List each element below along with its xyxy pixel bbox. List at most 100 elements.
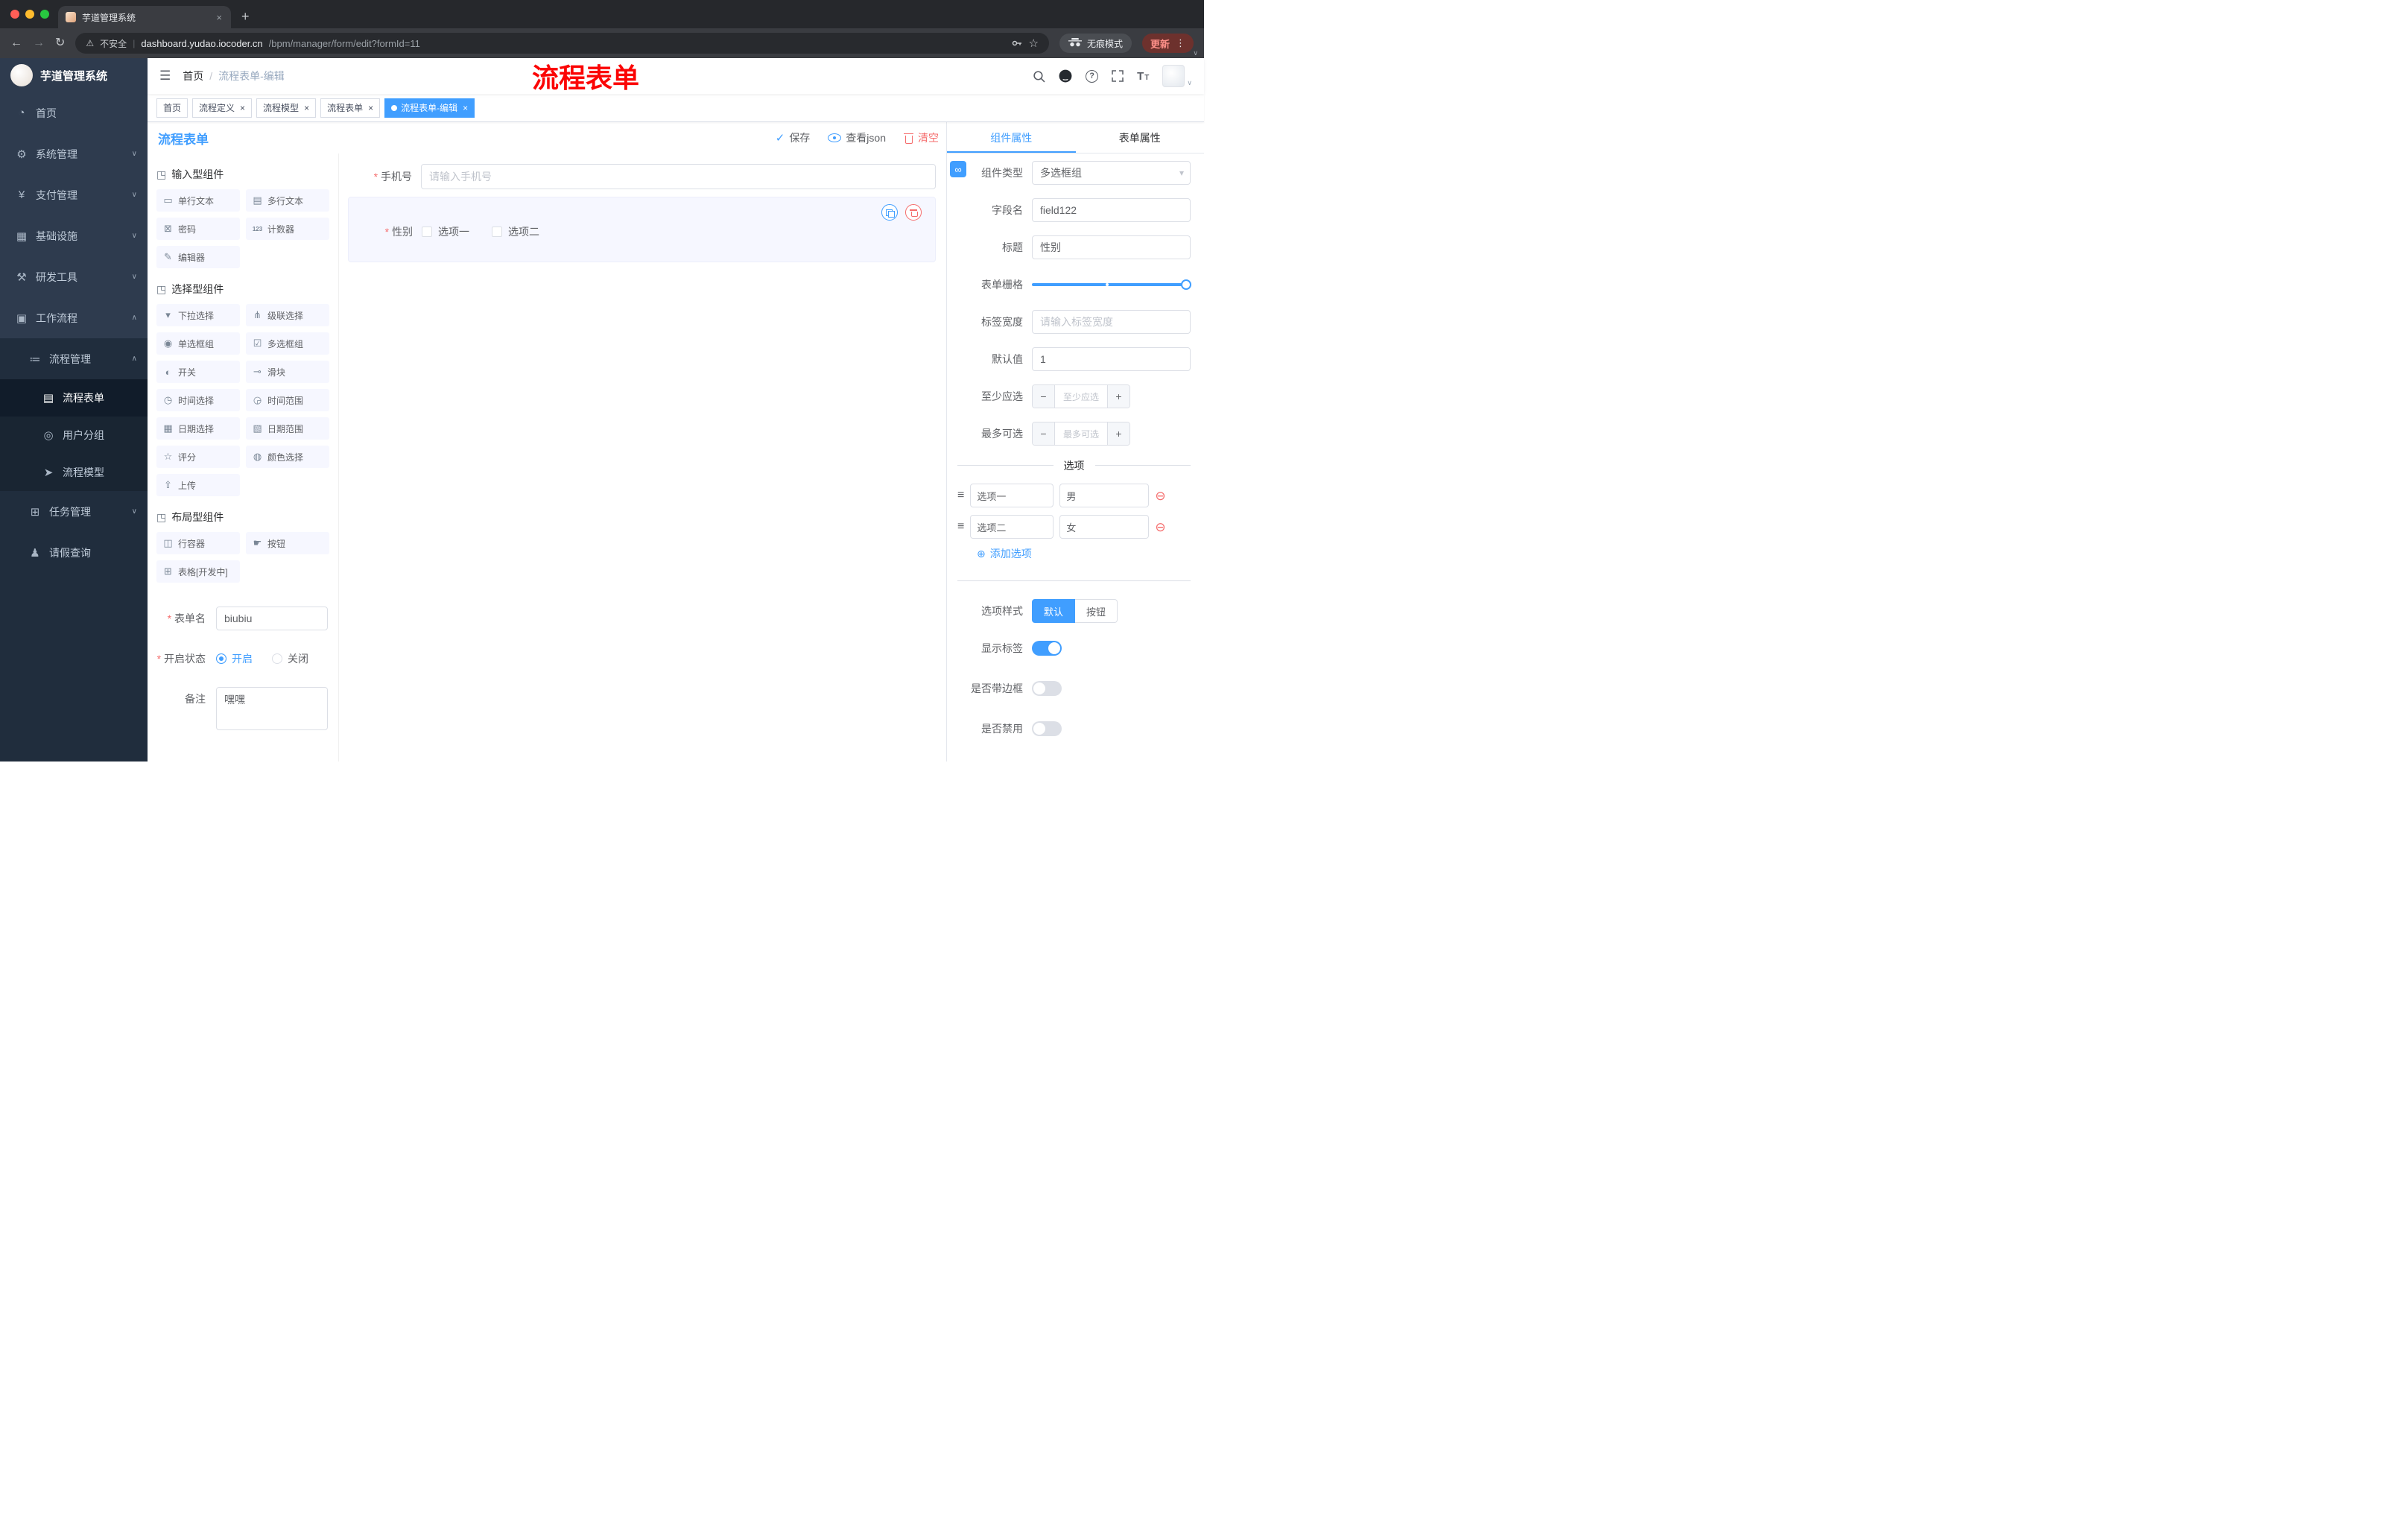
slider-handle[interactable] <box>1181 279 1191 290</box>
border-toggle[interactable] <box>1032 681 1062 696</box>
style-button-button[interactable]: 按钮 <box>1075 599 1118 623</box>
plus-button[interactable]: + <box>1107 385 1129 408</box>
tag-process-model[interactable]: 流程模型 × <box>256 98 317 118</box>
disabled-toggle[interactable] <box>1032 721 1062 736</box>
palette-item-time-picker[interactable]: ◷ 时间选择 <box>156 389 240 411</box>
field-name-input[interactable] <box>1032 198 1191 222</box>
sidebar-item-home[interactable]: ◔ 首页 <box>0 92 148 133</box>
back-icon[interactable]: ← <box>10 37 22 49</box>
show-label-toggle[interactable] <box>1032 641 1062 656</box>
drag-handle-icon[interactable]: ≡ <box>957 520 964 533</box>
remove-option-icon[interactable]: ⊖ <box>1155 490 1165 502</box>
sidebar-item-user-group[interactable]: ◎ 用户分组 <box>0 417 148 454</box>
close-icon[interactable]: × <box>304 103 309 113</box>
reload-icon[interactable]: ↻ <box>55 37 65 49</box>
tag-home[interactable]: 首页 <box>156 98 188 118</box>
form-name-input[interactable] <box>216 607 328 630</box>
breadcrumb-home[interactable]: 首页 <box>183 69 203 83</box>
radio-open[interactable]: 开启 <box>216 651 253 666</box>
tab-component-props[interactable]: 组件属性 <box>947 122 1076 153</box>
checkbox-option-2[interactable]: 选项二 <box>492 224 539 239</box>
option-1-label-input[interactable] <box>970 484 1054 507</box>
minus-button[interactable]: − <box>1033 385 1055 408</box>
drag-handle-icon[interactable]: ≡ <box>957 489 964 502</box>
link-icon[interactable]: ∞ <box>950 161 966 177</box>
help-icon[interactable]: ? <box>1086 69 1099 83</box>
font-size-icon[interactable]: TT <box>1137 71 1149 82</box>
sidebar-item-payment-management[interactable]: ¥ 支付管理 ∨ <box>0 174 148 215</box>
save-button[interactable]: ✓ 保存 <box>776 130 811 145</box>
palette-item-time-range[interactable]: ◶ 时间范围 <box>246 389 329 411</box>
form-remark-textarea[interactable]: 嘿嘿 <box>216 687 328 730</box>
palette-item-password[interactable]: ⊠ 密码 <box>156 218 240 240</box>
palette-item-date-range[interactable]: ▧ 日期范围 <box>246 417 329 440</box>
min-select-value[interactable]: 至少应选 <box>1055 385 1107 408</box>
update-button[interactable]: 更新 ⋮ <box>1141 34 1194 53</box>
new-tab-button[interactable]: + <box>241 10 250 23</box>
label-width-input[interactable] <box>1032 310 1191 334</box>
delete-component-icon[interactable] <box>905 204 922 221</box>
tag-process-definition[interactable]: 流程定义 × <box>192 98 253 118</box>
palette-item-rate[interactable]: ☆ 评分 <box>156 446 240 468</box>
menu-fold-icon[interactable]: ☰ <box>159 69 171 83</box>
palette-item-select[interactable]: ▾ 下拉选择 <box>156 304 240 326</box>
tag-process-form-edit[interactable]: 流程表单-编辑 × <box>384 98 475 118</box>
title-input[interactable] <box>1032 235 1191 259</box>
palette-item-single-line-text[interactable]: ▭ 单行文本 <box>156 189 240 212</box>
close-icon[interactable]: × <box>240 103 245 113</box>
minus-button[interactable]: − <box>1033 422 1055 445</box>
tab-form-props[interactable]: 表单属性 <box>1076 122 1205 153</box>
palette-item-row-container[interactable]: ◫ 行容器 <box>156 532 240 554</box>
palette-item-multi-line-text[interactable]: ▤ 多行文本 <box>246 189 329 212</box>
warning-icon[interactable]: ⚠ <box>86 38 94 48</box>
close-icon[interactable]: × <box>368 103 373 113</box>
browser-menu-icon[interactable]: ⋮ <box>1176 37 1185 49</box>
palette-item-color-picker[interactable]: ◍ 颜色选择 <box>246 446 329 468</box>
canvas-phone-field[interactable]: 手机号 <box>348 164 936 189</box>
password-key-icon[interactable] <box>1011 37 1023 49</box>
profile-caret-icon[interactable]: ∨ <box>1193 49 1198 57</box>
style-default-button[interactable]: 默认 <box>1032 599 1076 623</box>
checkbox-icon[interactable] <box>422 227 432 237</box>
view-json-button[interactable]: 查看json <box>828 130 886 145</box>
phone-input[interactable] <box>421 164 936 189</box>
tag-process-form[interactable]: 流程表单 × <box>320 98 381 118</box>
palette-item-button[interactable]: ☛ 按钮 <box>246 532 329 554</box>
max-select-value[interactable]: 最多可选 <box>1055 422 1107 445</box>
copy-component-icon[interactable] <box>881 204 898 221</box>
url-bar[interactable]: ⚠ 不安全 | dashboard.yudao.iocoder.cn /bpm/… <box>75 33 1049 54</box>
sidebar-item-dev-tools[interactable]: ⚒ 研发工具 ∨ <box>0 256 148 297</box>
sidebar-item-task-management[interactable]: ⊞ 任务管理 ∨ <box>0 491 148 532</box>
sidebar-item-process-model[interactable]: ➤ 流程模型 <box>0 454 148 491</box>
close-icon[interactable]: × <box>463 103 468 113</box>
component-type-select[interactable]: 多选框组 ▾ <box>1032 161 1191 185</box>
design-canvas[interactable]: 手机号 性别 <box>338 153 946 762</box>
radio-closed[interactable]: 关闭 <box>272 651 308 666</box>
add-option-button[interactable]: ⊕ 添加选项 <box>957 546 1191 561</box>
close-window-button[interactable] <box>10 10 19 19</box>
minimize-window-button[interactable] <box>25 10 34 19</box>
palette-item-editor[interactable]: ✎ 编辑器 <box>156 246 240 268</box>
checkbox-icon[interactable] <box>492 227 502 237</box>
option-2-label-input[interactable] <box>970 515 1054 539</box>
palette-item-switch[interactable]: ◐ 开关 <box>156 361 240 383</box>
sidebar-item-system-management[interactable]: ⚙ 系统管理 ∨ <box>0 133 148 174</box>
palette-item-cascader[interactable]: ⋔ 级联选择 <box>246 304 329 326</box>
checkbox-option-1[interactable]: 选项一 <box>422 224 469 239</box>
palette-item-date-picker[interactable]: ▦ 日期选择 <box>156 417 240 440</box>
palette-item-upload[interactable]: ⇧ 上传 <box>156 474 240 496</box>
sidebar-item-process-management[interactable]: ≔ 流程管理 ∧ <box>0 338 148 379</box>
grid-slider[interactable] <box>1032 279 1191 290</box>
default-value-input[interactable] <box>1032 347 1191 371</box>
palette-item-checkbox-group[interactable]: ☑ 多选框组 <box>246 332 329 355</box>
sidebar-item-process-form[interactable]: ▤ 流程表单 <box>0 379 148 417</box>
option-1-value-input[interactable] <box>1059 484 1150 507</box>
sidebar-logo[interactable]: 芋道管理系统 <box>0 58 148 92</box>
palette-item-counter[interactable]: 123 计数器 <box>246 218 329 240</box>
palette-item-radio-group[interactable]: ◉ 单选框组 <box>156 332 240 355</box>
option-2-value-input[interactable] <box>1059 515 1150 539</box>
palette-item-slider[interactable]: ⊸ 滑块 <box>246 361 329 383</box>
sidebar-item-workflow[interactable]: ▣ 工作流程 ∧ <box>0 297 148 338</box>
fullscreen-icon[interactable] <box>1112 70 1124 82</box>
bookmark-star-icon[interactable]: ☆ <box>1029 37 1039 50</box>
